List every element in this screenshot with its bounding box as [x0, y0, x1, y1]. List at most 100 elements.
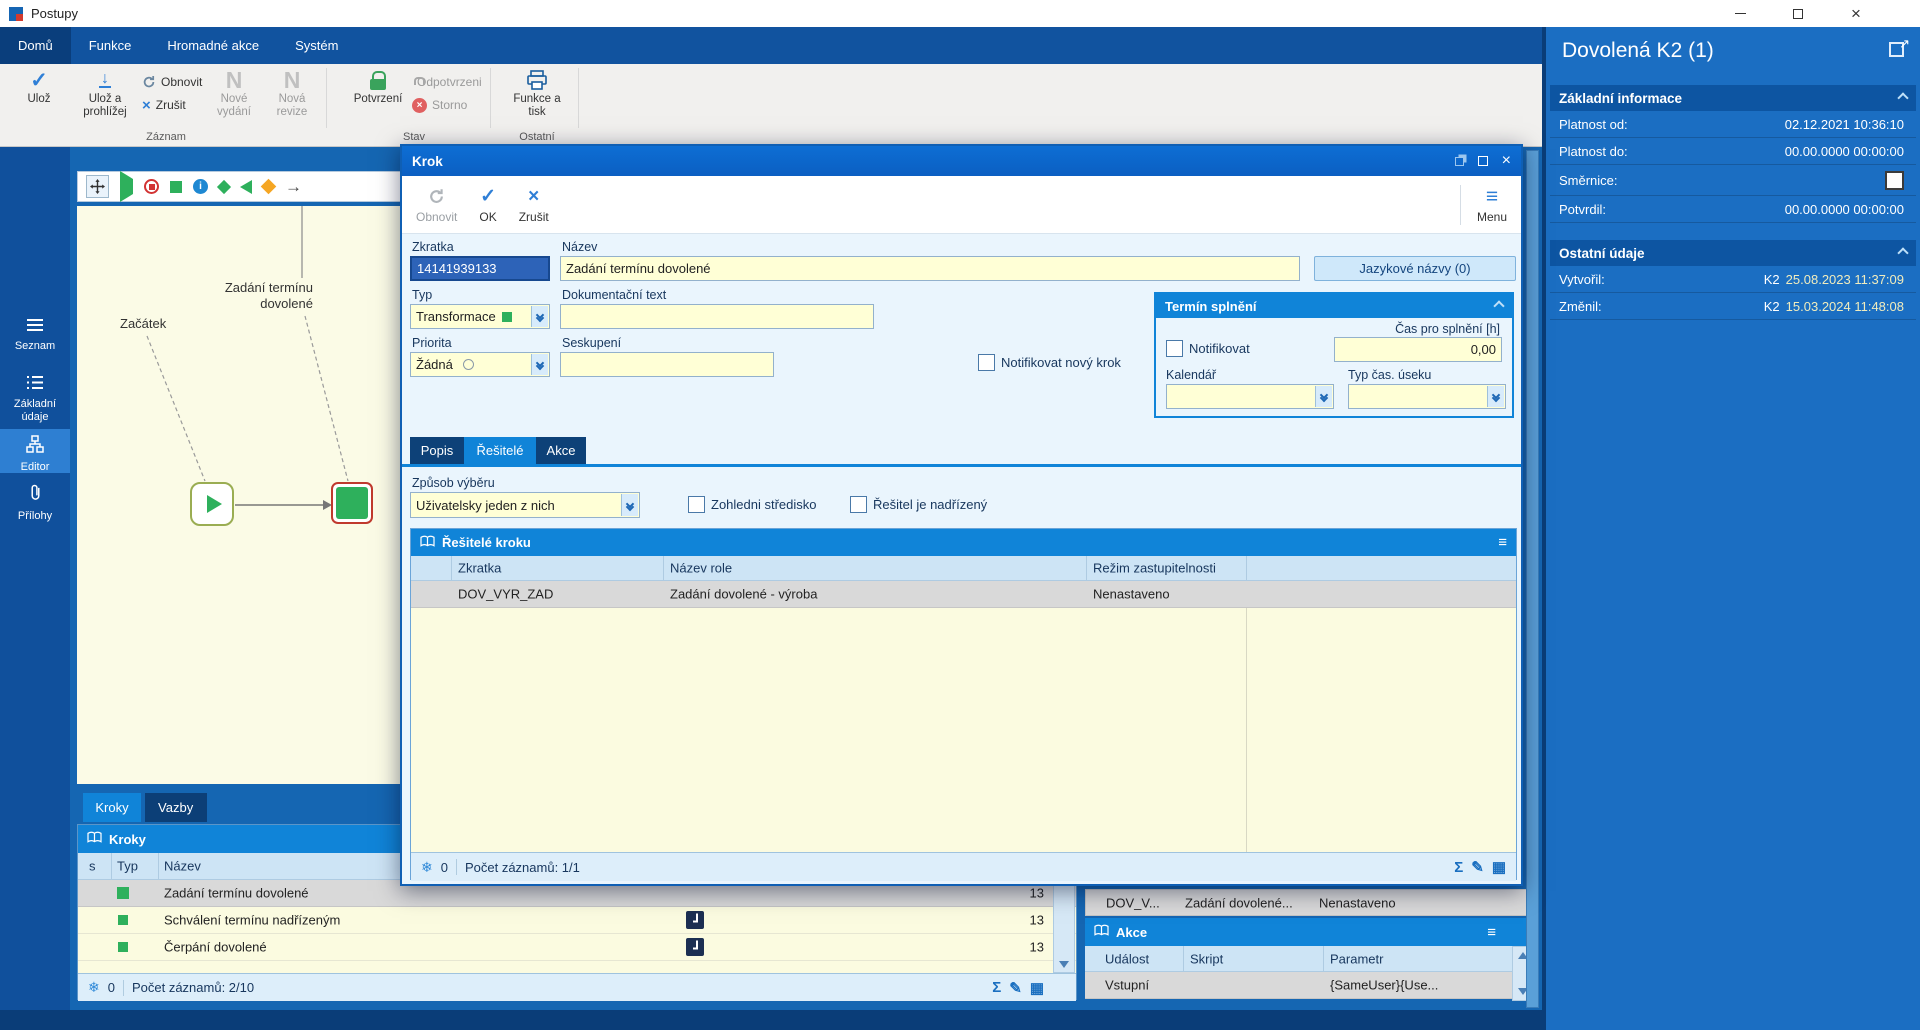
preview-title: Dovolená K2 (1)	[1562, 39, 1714, 62]
back-node-icon[interactable]	[240, 179, 252, 194]
step-node-icon[interactable]	[170, 180, 182, 193]
collapse-chevron-icon[interactable]	[1897, 247, 1909, 259]
preview-panel: Dovolená K2 (1) ↗ Základní informace Pla…	[1546, 27, 1920, 1030]
collapse-chevron-icon[interactable]	[1897, 92, 1909, 104]
close-icon[interactable]: ×	[1502, 152, 1511, 170]
new-revision-button[interactable]: N Nová revize	[264, 67, 320, 129]
dialog-tab-popis[interactable]: Popis	[410, 437, 464, 464]
pan-tool-icon[interactable]	[86, 175, 109, 198]
maximize-button[interactable]	[1774, 0, 1822, 27]
filter-snowflake-icon[interactable]: ❄	[421, 859, 433, 876]
resitel-nadrizeny-checkbox[interactable]: Řešitel je nadřízený	[850, 496, 987, 513]
dialog-refresh-button[interactable]: Obnovit	[416, 186, 457, 224]
typ-label: Typ	[412, 288, 433, 302]
sidebar-item-zakladni-udaje[interactable]: Základní údaje	[0, 369, 70, 425]
table-row[interactable]: Čerpání dovolené 13	[78, 934, 1076, 961]
kalendar-dropdown[interactable]	[1166, 384, 1334, 409]
panel-menu-icon[interactable]: ≡	[1498, 535, 1507, 550]
table-row[interactable]: Vstupní {SameUser}{Use...	[1085, 972, 1535, 999]
refresh-icon	[428, 186, 445, 208]
notify-new-step-checkbox[interactable]: Notifikovat nový krok	[978, 354, 1121, 371]
close-button[interactable]: ×	[1832, 0, 1880, 27]
cas-pro-splneni-label: Čas pro splnění [h]	[1395, 322, 1500, 336]
table-row[interactable]: Schválení termínu nadřízeným 13	[78, 907, 1076, 934]
tab-vazby[interactable]: Vazby	[144, 793, 207, 822]
storno-button[interactable]: × Storno	[412, 95, 467, 115]
step-node-selected[interactable]	[331, 482, 373, 524]
maximize-icon[interactable]	[1477, 156, 1488, 166]
play-node-icon[interactable]	[120, 171, 133, 202]
refresh-button[interactable]: Obnovit	[142, 72, 202, 92]
cas-pro-splneni-input[interactable]: 0,00	[1334, 337, 1502, 362]
dok-text-input[interactable]	[560, 304, 874, 329]
checked-checkbox[interactable]	[686, 938, 704, 956]
dialog-titlebar[interactable]: Krok ×	[402, 146, 1521, 176]
start-node[interactable]	[190, 482, 234, 526]
dialog-tab-resitele[interactable]: Řešitelé	[464, 437, 536, 464]
info-node-icon[interactable]: i	[193, 179, 208, 194]
language-names-button[interactable]: Jazykové názvy (0)	[1314, 256, 1516, 281]
new-revision-icon: N	[283, 66, 301, 93]
info-row: Změnil: K2 15.03.2024 11:48:08	[1550, 293, 1916, 320]
dropdown-button[interactable]	[621, 494, 638, 516]
edit-pencil-icon[interactable]: ✎	[1471, 858, 1484, 876]
priorita-dropdown[interactable]: Žádná	[410, 352, 550, 377]
new-issue-button[interactable]: N Nové vydání	[206, 67, 262, 129]
nazev-input[interactable]: Zadání termínu dovolené	[560, 256, 1300, 281]
ribbon-tab-hromadne-akce[interactable]: Hromadné akce	[149, 27, 277, 64]
grid-icon[interactable]: ▦	[1030, 979, 1044, 997]
dialog-tab-akce[interactable]: Akce	[536, 437, 586, 464]
zpusob-vyberu-dropdown[interactable]: Uživatelsky jeden z nich	[410, 492, 640, 518]
hamburger-icon: ≡	[1485, 184, 1499, 208]
panel-menu-icon[interactable]: ≡	[1487, 925, 1496, 940]
zkratka-input[interactable]: 14141939133	[410, 256, 550, 281]
ribbon-tab-domu[interactable]: Domů	[0, 27, 71, 64]
confirm-button[interactable]: Potvrzení	[348, 67, 408, 129]
info-row: Platnost od: 02.12.2021 10:36:10	[1550, 111, 1916, 138]
scroll-down-icon[interactable]	[1059, 961, 1069, 968]
dropdown-button[interactable]	[531, 306, 548, 327]
decision-node-icon[interactable]	[216, 179, 232, 194]
dropdown-button[interactable]	[1487, 386, 1504, 407]
sum-icon[interactable]: Σ	[992, 979, 1001, 996]
filter-snowflake-icon[interactable]: ❄	[88, 979, 100, 996]
dialog-cancel-button[interactable]: × Zrušit	[519, 186, 549, 224]
collapse-chevron-icon[interactable]	[1493, 300, 1505, 312]
smernice-checkbox[interactable]	[1885, 170, 1904, 190]
ribbon-tab-system[interactable]: Systém	[277, 27, 356, 64]
save-button[interactable]: ✓ Ulož	[12, 67, 66, 129]
minimize-button[interactable]	[1716, 0, 1764, 27]
table-row[interactable]: DOV_VYR_ZAD Zadání dovolené - výroba Nen…	[411, 581, 1516, 608]
stop-node-icon[interactable]	[144, 179, 159, 194]
functions-print-button[interactable]: Funkce a tisk	[504, 67, 570, 129]
dropdown-button[interactable]	[1315, 386, 1332, 407]
zohledni-stredisko-checkbox[interactable]: Zohledni středisko	[688, 496, 817, 513]
typ-dropdown[interactable]: Transformace	[410, 304, 550, 329]
event-node-icon[interactable]	[260, 178, 277, 195]
section-header-zakladni-informace[interactable]: Základní informace	[1550, 85, 1916, 111]
sidebar-item-prilohy[interactable]: Přílohy	[0, 477, 70, 527]
sidebar-item-seznam[interactable]: Seznam	[0, 312, 70, 364]
section-header-ostatni-udaje[interactable]: Ostatní údaje	[1550, 240, 1916, 266]
checked-checkbox[interactable]	[686, 911, 704, 929]
main-scrollbar[interactable]	[1526, 150, 1539, 1008]
table-row[interactable]: DOV_V... Zadání dovolené... Nenastaveno	[1085, 889, 1535, 916]
dialog-menu-button[interactable]: ≡ Menu	[1477, 184, 1507, 224]
edit-pencil-icon[interactable]: ✎	[1009, 979, 1022, 997]
dropdown-button[interactable]	[531, 354, 548, 375]
table-scrollbar[interactable]	[1053, 880, 1075, 973]
grid-icon[interactable]: ▦	[1492, 858, 1506, 876]
restore-icon[interactable]	[1454, 156, 1464, 166]
typ-useku-dropdown[interactable]	[1348, 384, 1506, 409]
dialog-ok-button[interactable]: ✓ OK	[479, 186, 496, 224]
notify-checkbox[interactable]: Notifikovat	[1166, 340, 1250, 357]
unconfirm-button[interactable]: Odpotvrzeni	[412, 72, 482, 92]
tab-kroky[interactable]: Kroky	[83, 793, 141, 822]
sum-icon[interactable]: Σ	[1454, 859, 1463, 876]
cancel-button[interactable]: × Zrušit	[142, 95, 186, 115]
save-and-view-button[interactable]: ↓ Ulož a prohlížej	[72, 67, 138, 129]
connector-arrow-icon[interactable]: →	[285, 177, 302, 197]
seskupeni-input[interactable]	[560, 352, 774, 377]
ribbon-tab-funkce[interactable]: Funkce	[71, 27, 150, 64]
sidebar-item-editor[interactable]: Editor	[0, 429, 70, 473]
